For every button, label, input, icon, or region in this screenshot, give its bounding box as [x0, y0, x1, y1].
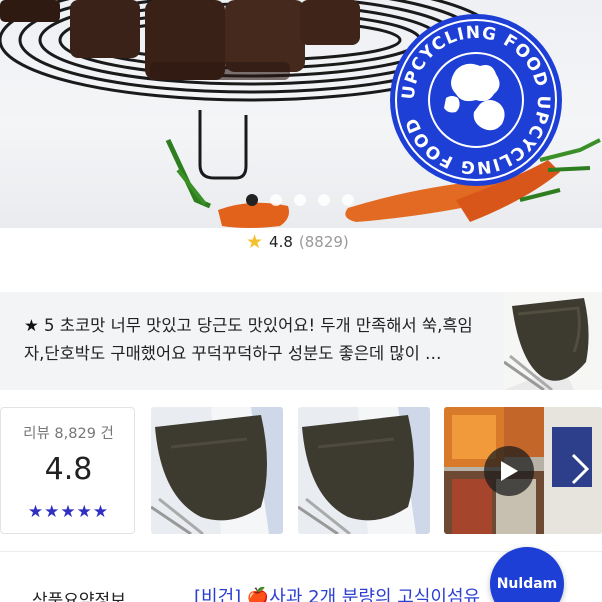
review-photo [298, 407, 430, 534]
average-score: 4.8 [44, 452, 93, 487]
review-count-label: 리뷰 8,829 건 [23, 426, 114, 442]
review-photo-thumb-2[interactable] [298, 407, 430, 534]
review-text-block: ★ 5 초코맛 너무 맛있고 당근도 맛있어요! 두개 만족해서 쑥,흑임자,단… [24, 312, 480, 368]
upcycling-food-badge: UPCYCLING FOOD UPCYCLING FOOD [390, 14, 562, 186]
review-star-icon: ★ [24, 316, 39, 335]
star-icon: ★ [246, 230, 264, 253]
review-text: 5 초코맛 너무 맛있고 당근도 맛있어요! 두개 만족해서 쑥,흑임자,단호박… [24, 316, 473, 363]
review-thumbnail[interactable] [504, 292, 602, 390]
carousel-indicator[interactable] [246, 194, 354, 206]
nuldam-chat-button[interactable]: Nuldam [490, 547, 564, 602]
carousel-dot[interactable] [318, 194, 330, 206]
featured-review-card[interactable]: ★ 5 초코맛 너무 맛있고 당근도 맛있어요! 두개 만족해서 쑥,흑임자,단… [0, 292, 602, 390]
chevron-right-icon[interactable] [570, 452, 590, 492]
hero-image[interactable]: UPCYCLING FOOD UPCYCLING FOOD [0, 0, 602, 228]
review-summary-box[interactable]: 리뷰 8,829 건 4.8 ★★★★★ [0, 407, 135, 534]
carousel-dot[interactable] [270, 194, 282, 206]
play-button[interactable] [484, 446, 534, 496]
carousel-dot[interactable] [342, 194, 354, 206]
product-page: UPCYCLING FOOD UPCYCLING FOOD ★ 4.8 (882… [0, 0, 602, 602]
review-photo [151, 407, 283, 534]
review-photo [504, 292, 602, 390]
rating-count: (8829) [298, 233, 349, 251]
carousel-dot[interactable] [294, 194, 306, 206]
star-rating: ★★★★★ [27, 502, 110, 522]
rating-score: 4.8 [269, 233, 293, 251]
rating-summary[interactable]: ★ 4.8 (8829) [246, 232, 349, 252]
review-photo-thumb-1[interactable] [151, 407, 283, 534]
play-icon [501, 461, 518, 481]
product-title[interactable]: [비건] 🍎사과 2개 분량의 고식이섬유 [194, 583, 480, 602]
carousel-dot[interactable] [246, 194, 258, 206]
product-summary-label[interactable]: 상품요약정보 [32, 586, 126, 602]
